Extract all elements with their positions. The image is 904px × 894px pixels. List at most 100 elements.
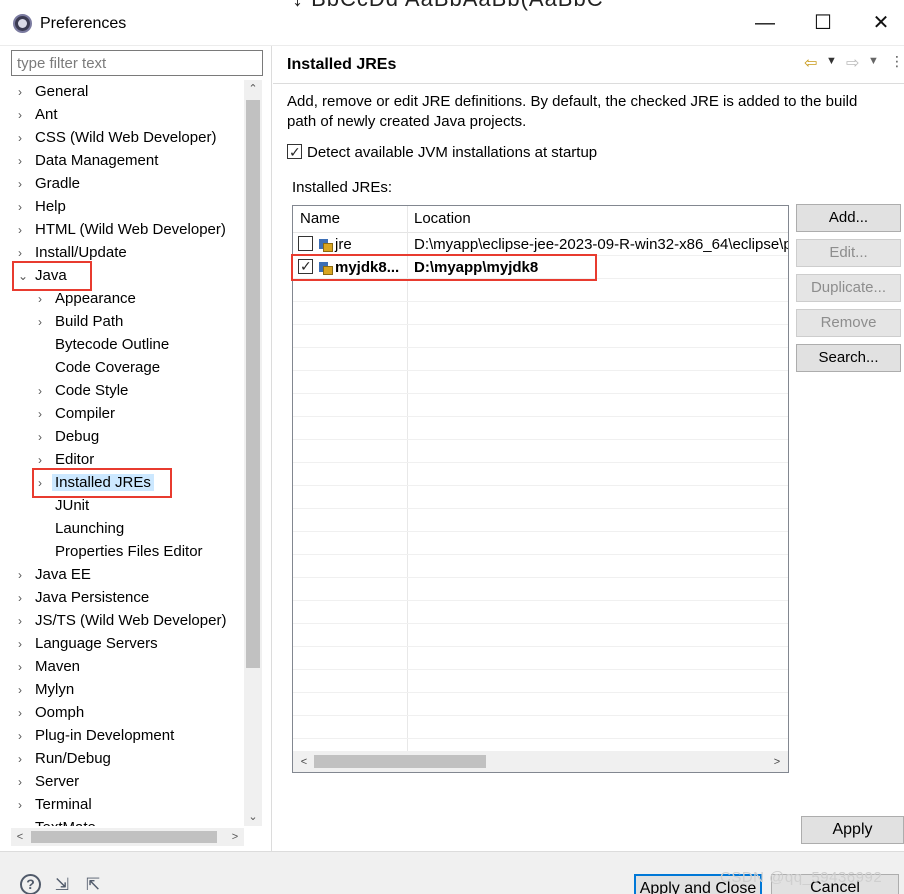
remove-button[interactable]: Remove bbox=[796, 309, 901, 337]
apply-button[interactable]: Apply bbox=[801, 816, 904, 844]
chevron-right-icon[interactable]: › bbox=[18, 771, 32, 794]
chevron-right-icon[interactable]: › bbox=[18, 104, 32, 127]
help-icon[interactable]: ? bbox=[20, 874, 41, 894]
minimize-button[interactable]: — bbox=[742, 8, 788, 38]
export-icon[interactable]: ⇱ bbox=[82, 874, 104, 894]
tree-item[interactable]: Code Coverage bbox=[38, 356, 163, 379]
table-scroll-left-icon[interactable]: < bbox=[295, 753, 313, 771]
tree-vertical-scrollbar[interactable]: ⌃ ⌄ bbox=[244, 80, 262, 826]
chevron-right-icon[interactable]: › bbox=[18, 610, 32, 633]
search-button[interactable]: Search... bbox=[796, 344, 901, 372]
forward-dropdown-icon[interactable]: ▼ bbox=[868, 55, 879, 67]
empty-table-row bbox=[293, 325, 788, 348]
back-dropdown-icon[interactable]: ▼ bbox=[826, 55, 837, 67]
tree-item[interactable]: › Help bbox=[18, 195, 69, 218]
back-arrow-icon[interactable]: ⇦ bbox=[804, 53, 817, 73]
table-horizontal-scrollbar[interactable]: < > bbox=[293, 751, 788, 772]
chevron-right-icon[interactable]: › bbox=[18, 725, 32, 748]
tree-item[interactable]: › Data Management bbox=[18, 149, 161, 172]
tree-item-label: Ant bbox=[35, 106, 58, 123]
tree-item[interactable]: Properties Files Editor bbox=[38, 540, 206, 563]
chevron-right-icon[interactable]: › bbox=[18, 196, 32, 219]
tree-item[interactable]: › Run/Debug bbox=[18, 747, 114, 770]
tree-item[interactable]: › Terminal bbox=[18, 793, 95, 816]
chevron-right-icon[interactable]: › bbox=[38, 426, 52, 449]
highlight-box-installed-jres bbox=[32, 468, 172, 498]
column-header-name[interactable]: Name bbox=[300, 210, 340, 227]
empty-table-row bbox=[293, 624, 788, 647]
chevron-right-icon[interactable]: › bbox=[18, 564, 32, 587]
tree-item[interactable]: › Ant bbox=[18, 103, 61, 126]
more-options-icon[interactable]: ⋮ bbox=[890, 53, 904, 70]
tree-item[interactable]: › CSS (Wild Web Developer) bbox=[18, 126, 219, 149]
scroll-down-icon[interactable]: ⌄ bbox=[244, 808, 262, 826]
tree-item[interactable]: › Build Path bbox=[38, 310, 126, 333]
duplicate-button[interactable]: Duplicate... bbox=[796, 274, 901, 302]
chevron-right-icon[interactable]: › bbox=[18, 81, 32, 104]
table-hscroll-thumb[interactable] bbox=[314, 755, 486, 768]
chevron-right-icon[interactable]: › bbox=[18, 817, 32, 826]
tree-item[interactable]: › General bbox=[18, 80, 91, 103]
tree-item[interactable]: › Compiler bbox=[38, 402, 118, 425]
empty-table-row bbox=[293, 440, 788, 463]
detect-jvm-option[interactable]: Detect available JVM installations at st… bbox=[287, 142, 597, 163]
chevron-right-icon[interactable]: › bbox=[38, 380, 52, 403]
empty-table-row bbox=[293, 417, 788, 440]
tree-item[interactable]: › Language Servers bbox=[18, 632, 161, 655]
tree-item[interactable]: › Server bbox=[18, 770, 82, 793]
scroll-left-icon[interactable]: < bbox=[11, 828, 29, 846]
detect-jvm-checkbox[interactable] bbox=[287, 142, 302, 162]
scroll-right-icon[interactable]: > bbox=[226, 828, 244, 846]
chevron-right-icon[interactable]: › bbox=[18, 656, 32, 679]
chevron-right-icon[interactable]: › bbox=[38, 311, 52, 334]
table-scroll-right-icon[interactable]: > bbox=[768, 753, 786, 771]
jre-default-checkbox[interactable] bbox=[298, 236, 313, 251]
page-description: Add, remove or edit JRE definitions. By … bbox=[287, 92, 904, 132]
column-header-location[interactable]: Location bbox=[414, 210, 471, 227]
tree-item[interactable]: › HTML (Wild Web Developer) bbox=[18, 218, 229, 241]
tree-item[interactable]: › Oomph bbox=[18, 701, 87, 724]
description-line-1: Add, remove or edit JRE definitions. By … bbox=[287, 93, 858, 110]
chevron-right-icon[interactable]: › bbox=[18, 748, 32, 771]
tree-item[interactable]: ›TextMate bbox=[18, 816, 99, 826]
chevron-right-icon[interactable]: › bbox=[18, 794, 32, 817]
forward-arrow-icon[interactable]: ⇨ bbox=[846, 53, 859, 73]
maximize-button[interactable]: ☐ bbox=[800, 8, 846, 38]
tree-item[interactable]: › Maven bbox=[18, 655, 83, 678]
import-icon[interactable]: ⇲ bbox=[51, 874, 73, 894]
chevron-right-icon[interactable]: › bbox=[18, 150, 32, 173]
chevron-right-icon[interactable]: › bbox=[18, 219, 32, 242]
chevron-right-icon[interactable]: › bbox=[18, 633, 32, 656]
tree-horizontal-scrollbar[interactable]: < > bbox=[11, 828, 244, 846]
edit-button[interactable]: Edit... bbox=[796, 239, 901, 267]
tree-item-label: Code Coverage bbox=[55, 359, 161, 376]
chevron-right-icon[interactable]: › bbox=[18, 679, 32, 702]
tree-item[interactable]: › Java EE bbox=[18, 563, 94, 586]
tree-item[interactable]: › Plug-in Development bbox=[18, 724, 177, 747]
chevron-right-icon[interactable]: › bbox=[18, 702, 32, 725]
tree-item-label: Properties Files Editor bbox=[55, 543, 203, 560]
add-button[interactable]: Add... bbox=[796, 204, 901, 232]
tree-item[interactable]: Bytecode Outline bbox=[38, 333, 172, 356]
tree-item[interactable]: › Code Style bbox=[38, 379, 131, 402]
chevron-right-icon[interactable]: › bbox=[18, 173, 32, 196]
tree-item[interactable]: › Java Persistence bbox=[18, 586, 152, 609]
close-button[interactable]: ✕ bbox=[858, 8, 904, 38]
chevron-right-icon[interactable]: › bbox=[38, 403, 52, 426]
tree-item[interactable]: Launching bbox=[38, 517, 127, 540]
tree-item-label: JS/TS (Wild Web Developer) bbox=[35, 612, 227, 629]
tree-item[interactable]: › Gradle bbox=[18, 172, 83, 195]
highlight-box-java bbox=[12, 261, 92, 291]
jre-name-cell[interactable]: jre bbox=[298, 235, 352, 254]
chevron-right-icon[interactable]: › bbox=[38, 288, 52, 311]
tree-item[interactable]: › Debug bbox=[38, 425, 102, 448]
tree-scroll-thumb[interactable] bbox=[246, 100, 260, 668]
filter-input[interactable] bbox=[11, 50, 263, 76]
scroll-up-icon[interactable]: ⌃ bbox=[244, 80, 262, 98]
table-row[interactable]: jre D:\myapp\eclipse-jee-2023-09-R-win32-… bbox=[293, 233, 788, 256]
tree-item[interactable]: › JS/TS (Wild Web Developer) bbox=[18, 609, 229, 632]
chevron-right-icon[interactable]: › bbox=[18, 127, 32, 150]
chevron-right-icon[interactable]: › bbox=[18, 587, 32, 610]
tree-item[interactable]: › Mylyn bbox=[18, 678, 77, 701]
tree-hscroll-thumb[interactable] bbox=[31, 831, 217, 843]
